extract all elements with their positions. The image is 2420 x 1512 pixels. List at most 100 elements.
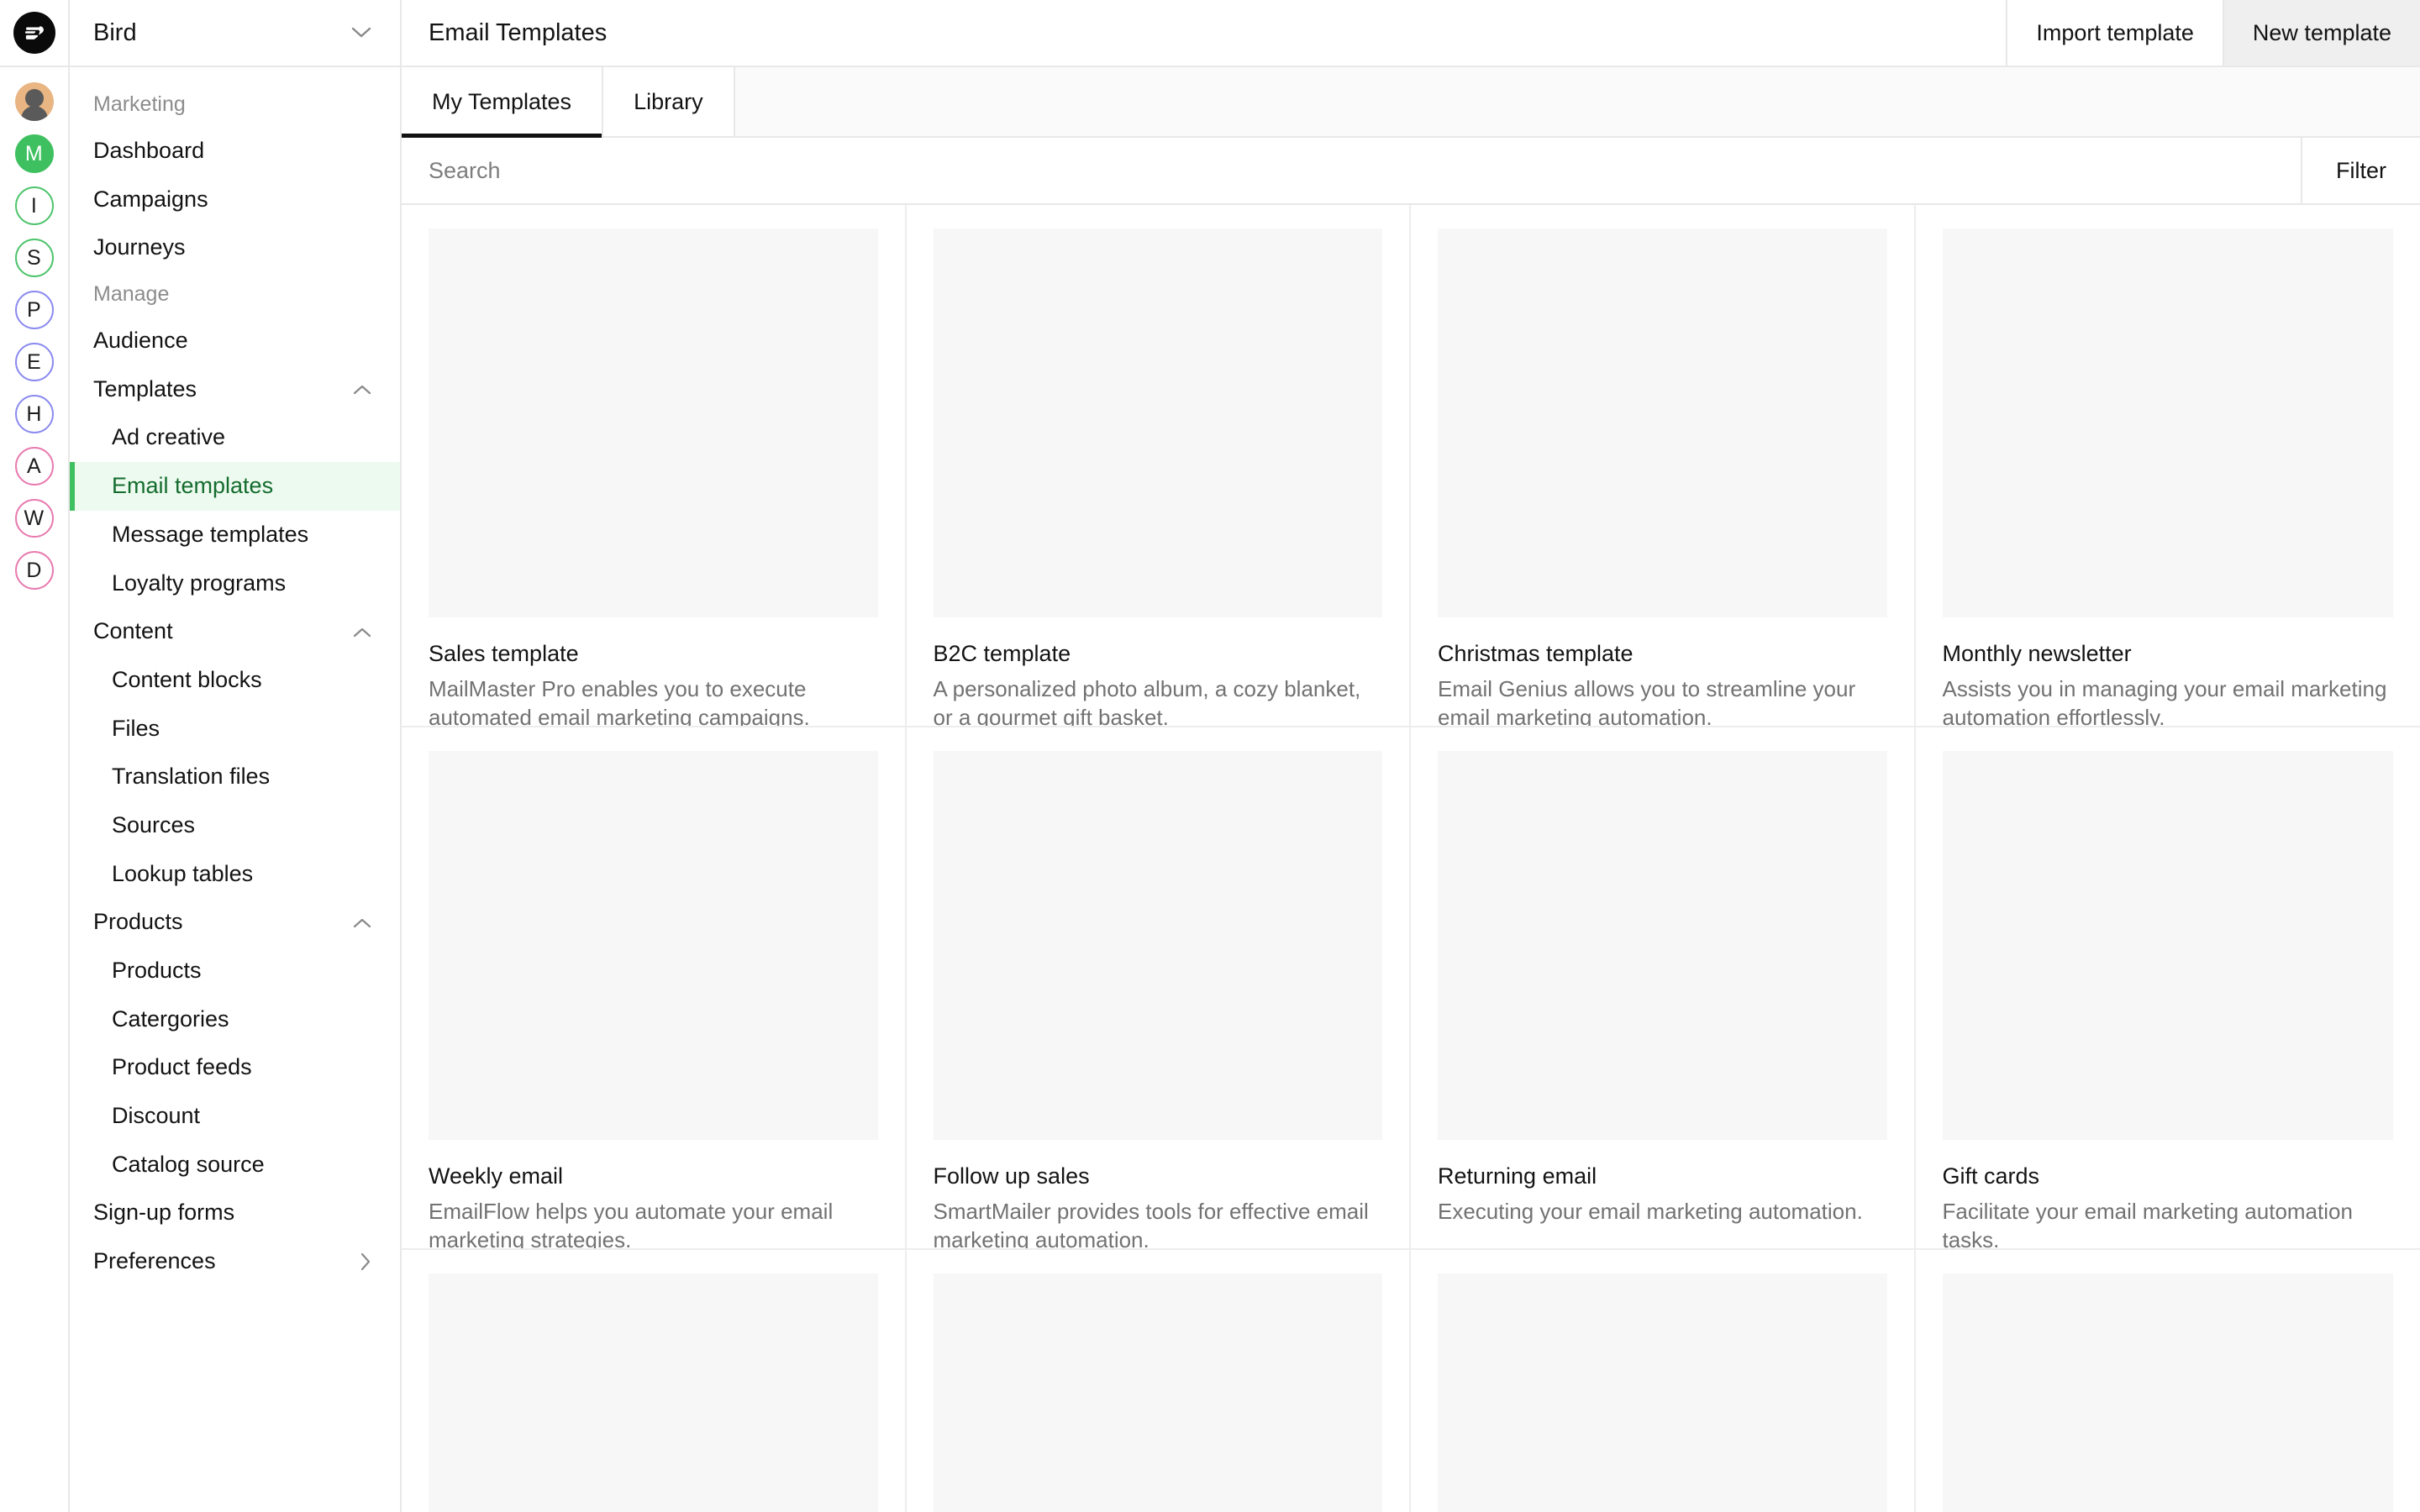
template-card[interactable] xyxy=(1411,1250,1916,1512)
template-title: Returning email xyxy=(1438,1163,1597,1189)
template-grid: Sales template MailMaster Pro enables you… xyxy=(402,205,2420,1512)
sidebar-item-content[interactable]: Content xyxy=(70,607,400,656)
template-card[interactable]: Follow up sales SmartMailer provides tool… xyxy=(906,727,1411,1250)
template-description: Executing your email marketing automatio… xyxy=(1438,1199,1863,1225)
sidebar-item-journeys[interactable]: Journeys xyxy=(70,223,400,272)
sidebar: Bird Marketing Dashboard Campaigns Journeys… xyxy=(70,0,402,1512)
sidebar-item-product-feeds[interactable]: Product feeds xyxy=(70,1043,400,1092)
sidebar-item-files[interactable]: Files xyxy=(70,705,400,753)
template-thumbnail xyxy=(429,228,878,617)
template-card[interactable]: B2C template A personalized photo album, … xyxy=(906,205,1411,727)
sidebar-item-label: Loyalty programs xyxy=(112,570,287,596)
sidebar-item-label: Dashboard xyxy=(93,138,205,163)
template-card[interactable] xyxy=(402,1250,907,1512)
rail-item-m[interactable]: M xyxy=(14,134,54,173)
search-bar: Filter xyxy=(402,138,2420,205)
avatar-body xyxy=(20,106,48,121)
chevron-up-icon[interactable] xyxy=(353,384,371,395)
template-description: Facilitate your email marketing automati… xyxy=(1942,1199,2353,1250)
sidebar-item-products[interactable]: Products xyxy=(70,947,400,995)
sidebar-item-catalog-source[interactable]: Catalog source xyxy=(70,1141,400,1189)
tab-bar-filler xyxy=(734,67,2420,136)
template-card[interactable] xyxy=(1915,1250,2420,1512)
template-card[interactable] xyxy=(906,1250,1411,1512)
template-title: Sales template xyxy=(429,641,579,666)
new-template-button[interactable]: New template xyxy=(2223,0,2420,66)
sidebar-item-translation-files[interactable]: Translation files xyxy=(70,753,400,801)
sidebar-item-lookup-tables[interactable]: Lookup tables xyxy=(70,850,400,899)
template-title: B2C template xyxy=(933,641,1071,666)
rail-item-i[interactable]: I xyxy=(14,186,54,225)
sidebar-item-catergories[interactable]: Catergories xyxy=(70,995,400,1044)
sidebar-item-label: Journeys xyxy=(93,234,186,260)
sidebar-item-discount[interactable]: Discount xyxy=(70,1092,400,1141)
template-card[interactable]: Sales template MailMaster Pro enables you… xyxy=(402,205,907,727)
sidebar-item-preferences[interactable]: Preferences xyxy=(70,1237,400,1286)
import-template-button[interactable]: Import template xyxy=(2007,0,2224,66)
workspace-name: Bird xyxy=(93,18,137,46)
rail-item-s[interactable]: S xyxy=(14,239,54,277)
avatar[interactable] xyxy=(14,82,54,121)
sidebar-item-ad-creative[interactable]: Ad creative xyxy=(70,413,400,462)
rail-item-w[interactable]: W xyxy=(14,499,54,538)
sidebar-item-label: Sign-up forms xyxy=(93,1200,235,1226)
search-input[interactable] xyxy=(429,157,2301,184)
sidebar-item-content-blocks[interactable]: Content blocks xyxy=(70,656,400,705)
template-card[interactable]: Monthly newsletter Assists you in managin… xyxy=(1915,205,2420,727)
sidebar-item-label: Catalog source xyxy=(112,1151,265,1177)
tab-library[interactable]: Library xyxy=(603,67,735,136)
rail-item-e[interactable]: E xyxy=(14,343,54,381)
template-description: MailMaster Pro enables you to execute au… xyxy=(429,676,810,727)
bird-logo-cell[interactable] xyxy=(0,0,69,67)
rail-item-d[interactable]: D xyxy=(14,551,54,590)
template-card[interactable]: Christmas template Email Genius allows yo… xyxy=(1411,205,1916,727)
chevron-right-icon[interactable] xyxy=(360,1252,371,1271)
sidebar-item-templates[interactable]: Templates xyxy=(70,365,400,414)
sidebar-item-email-templates[interactable]: Email templates xyxy=(70,462,400,511)
rail-item-h[interactable]: H xyxy=(14,395,54,433)
template-description: Email Genius allows you to streamline yo… xyxy=(1438,676,1856,727)
sidebar-item-sources[interactable]: Sources xyxy=(70,801,400,850)
rail-avatar-list: M I S P E H A W D xyxy=(14,67,54,590)
sidebar-item-label: Catergories xyxy=(112,1005,229,1032)
sidebar-item-label: Translation files xyxy=(112,764,271,790)
template-title: Weekly email xyxy=(429,1163,564,1189)
sidebar-item-audience[interactable]: Audience xyxy=(70,317,400,365)
chevron-down-icon[interactable] xyxy=(351,27,371,39)
sidebar-item-label: Product feeds xyxy=(112,1054,252,1080)
template-card[interactable]: Gift cards Facilitate your email marketin… xyxy=(1915,727,2420,1250)
sidebar-item-label: Ad creative xyxy=(112,424,226,450)
page-header: Email Templates Import template New temp… xyxy=(402,0,2420,67)
main-content: Email Templates Import template New temp… xyxy=(402,0,2420,1512)
rail-item-label: I xyxy=(30,193,38,218)
template-thumbnail xyxy=(933,228,1382,617)
sidebar-item-label: Preferences xyxy=(93,1248,216,1274)
template-thumbnail xyxy=(1438,751,1887,1140)
rail-item-p[interactable]: P xyxy=(14,291,54,329)
chevron-up-icon[interactable] xyxy=(353,917,371,928)
bird-logo-icon[interactable] xyxy=(13,12,55,54)
template-card[interactable]: Returning email Executing your email mark… xyxy=(1411,727,1916,1250)
sidebar-item-label: Templates xyxy=(93,375,197,402)
sidebar-item-dashboard[interactable]: Dashboard xyxy=(70,127,400,176)
rail-item-label: P xyxy=(27,297,41,322)
chevron-up-icon[interactable] xyxy=(353,627,371,638)
template-description: A personalized photo album, a cozy blank… xyxy=(933,676,1361,727)
tab-my-templates[interactable]: My Templates xyxy=(402,67,604,138)
template-thumbnail xyxy=(1438,228,1887,617)
rail-item-label: W xyxy=(24,506,45,530)
template-card[interactable]: Weekly email EmailFlow helps you automate… xyxy=(402,727,907,1250)
workspace-switcher[interactable]: Bird xyxy=(70,0,400,67)
template-description: SmartMailer provides tools for effective… xyxy=(933,1199,1369,1250)
template-thumbnail xyxy=(1438,1273,1887,1512)
sidebar-item-products[interactable]: Products xyxy=(70,898,400,947)
search-input-wrap[interactable] xyxy=(402,138,2302,203)
sidebar-item-loyalty-programs[interactable]: Loyalty programs xyxy=(70,559,400,608)
filter-button[interactable]: Filter xyxy=(2302,138,2420,203)
rail-item-a[interactable]: A xyxy=(14,447,54,486)
sidebar-item-message-templates[interactable]: Message templates xyxy=(70,511,400,559)
template-title: Gift cards xyxy=(1942,1163,2040,1189)
sidebar-item-campaigns[interactable]: Campaigns xyxy=(70,176,400,224)
sidebar-item-sign-up-forms[interactable]: Sign-up forms xyxy=(70,1189,400,1237)
sidebar-section-manage: Manage xyxy=(93,282,170,307)
